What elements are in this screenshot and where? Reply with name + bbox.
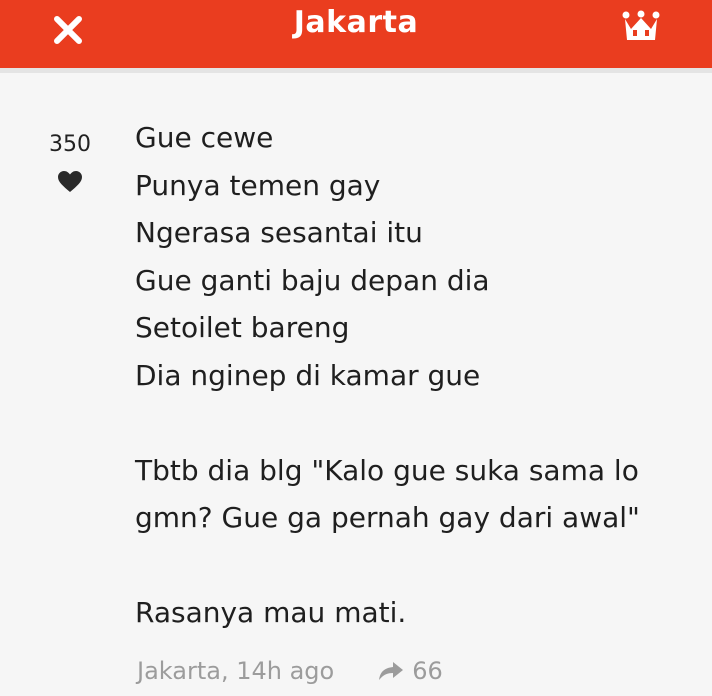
post-line: Gue ganti baju depan dia <box>135 263 490 297</box>
vote-count: 350 <box>49 132 91 157</box>
crown-button[interactable] <box>618 7 664 47</box>
post-line: Setoilet bareng <box>135 311 350 344</box>
reply-button[interactable]: 66 <box>378 651 443 691</box>
post-line: Gue cewe <box>135 121 274 154</box>
post-line: Rasanya mau mati. <box>135 596 407 629</box>
channel-title: Jakarta <box>293 5 419 40</box>
post-line: gmn? Gue ga pernah gay dari awal" <box>135 501 640 534</box>
crown-icon <box>622 10 660 40</box>
post-meta: Jakarta, 14h ago 66 <box>137 651 443 691</box>
like-button[interactable] <box>57 170 83 194</box>
post-line: Tbtb dia blg "Kalo gue suka sama lo <box>135 453 639 487</box>
header-divider <box>0 68 712 73</box>
post-location-time: Jakarta, 14h ago <box>137 657 335 685</box>
app-header: Jakarta <box>0 0 712 68</box>
reply-count: 66 <box>412 657 443 685</box>
post-line: Ngerasa sesantai itu <box>135 216 423 249</box>
post-line: Dia nginep di kamar gue <box>135 358 481 392</box>
heart-icon <box>58 171 82 192</box>
vote-widget: 350 <box>30 130 110 194</box>
post-body: Gue cewe Punya temen gay Ngerasa sesanta… <box>135 114 695 637</box>
reply-icon <box>379 662 404 680</box>
post-line: Punya temen gay <box>135 168 381 202</box>
